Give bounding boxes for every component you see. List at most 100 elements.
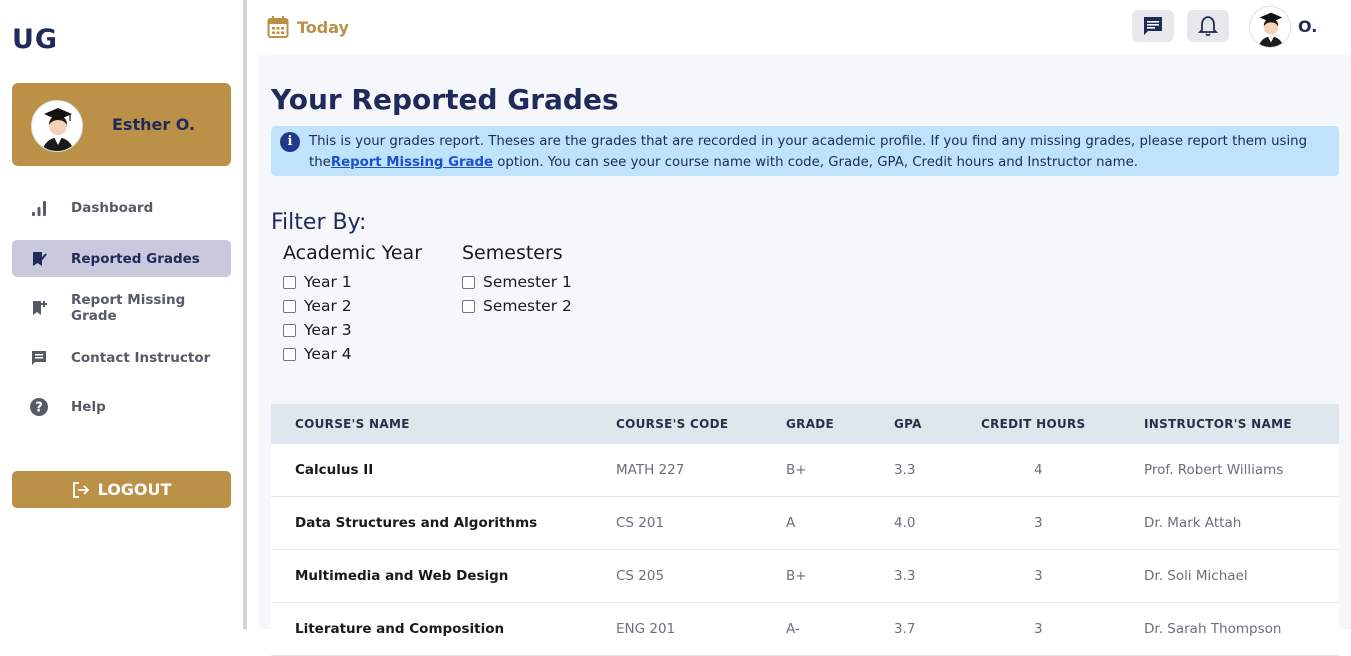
sidebar: UG Esther O. Dashboard Reported Grades R… (0, 0, 243, 629)
course-code-cell: CS 201 (616, 515, 665, 531)
checkbox[interactable] (462, 275, 475, 289)
topbar: Today O. (247, 0, 1351, 55)
filter-title: Filter By: (271, 210, 367, 235)
user-avatar[interactable] (1249, 6, 1291, 48)
instructor-name-cell: Dr. Sarah Thompson (1144, 621, 1282, 637)
grade-cell: B+ (786, 568, 807, 584)
checkbox[interactable] (283, 299, 296, 313)
credit-hours-cell: 4 (1034, 462, 1043, 478)
bookmark-check-icon (33, 252, 47, 266)
checkbox[interactable] (462, 299, 475, 313)
info-icon: i (280, 132, 300, 152)
grade-cell: B+ (786, 462, 807, 478)
course-name-cell: Literature and Composition (295, 621, 505, 637)
course-code-cell: CS 205 (616, 568, 665, 584)
sidebar-item-reported-grades[interactable]: Reported Grades (12, 240, 231, 277)
column-header-course-code[interactable]: COURSE'S CODE (616, 417, 728, 431)
year-3-checkbox[interactable]: Year 3 (283, 318, 422, 342)
table-row[interactable]: Multimedia and Web Design CS 205 B+ 3.3 … (271, 550, 1339, 603)
help-circle-icon: ? (30, 398, 48, 416)
graduate-avatar-icon (1250, 7, 1290, 47)
checkbox-label: Semester 1 (483, 273, 572, 291)
info-text-after: option. You can see your course name wit… (493, 155, 1139, 170)
table-header: COURSE'S NAME COURSE'S CODE GRADE GPA CR… (271, 404, 1339, 444)
instructor-name-cell: Prof. Robert Williams (1144, 462, 1284, 478)
column-header-grade[interactable]: GRADE (786, 417, 834, 431)
logout-button[interactable]: LOGOUT (12, 471, 231, 508)
semester-1-checkbox[interactable]: Semester 1 (462, 270, 572, 294)
gpa-cell: 3.3 (894, 568, 916, 584)
academic-year-title: Academic Year (283, 242, 423, 264)
grades-table: COURSE'S NAME COURSE'S CODE GRADE GPA CR… (271, 404, 1339, 656)
info-banner: i This is your grades report. Theses are… (271, 126, 1339, 176)
checkbox[interactable] (283, 275, 296, 289)
gpa-cell: 4.0 (894, 515, 916, 531)
table-row[interactable]: Calculus II MATH 227 B+ 3.3 4 Prof. Robe… (271, 444, 1339, 497)
checkbox-label: Semester 2 (483, 297, 572, 315)
course-name-cell: Data Structures and Algorithms (295, 515, 538, 531)
user-initial[interactable]: O. (1298, 17, 1317, 36)
today-button[interactable]: Today (267, 15, 349, 39)
calendar-icon (267, 16, 289, 38)
logout-label: LOGOUT (97, 480, 172, 499)
grade-cell: A (786, 515, 796, 531)
checkbox[interactable] (283, 347, 296, 361)
table-row[interactable]: Data Structures and Algorithms CS 201 A … (271, 497, 1339, 550)
semester-2-checkbox[interactable]: Semester 2 (462, 294, 572, 318)
chat-icon (32, 351, 46, 365)
sidebar-item-report-missing-grade[interactable]: Report Missing Grade (12, 289, 231, 326)
sidebar-item-label: Contact Instructor (71, 349, 211, 366)
sidebar-item-contact-instructor[interactable]: Contact Instructor (12, 339, 231, 376)
year-4-checkbox[interactable]: Year 4 (283, 342, 422, 366)
messages-button[interactable] (1132, 10, 1174, 42)
message-icon (1144, 17, 1162, 35)
gpa-cell: 3.3 (894, 462, 916, 478)
graduate-avatar-icon (32, 101, 82, 151)
credit-hours-cell: 3 (1034, 515, 1043, 531)
course-code-cell: ENG 201 (616, 621, 676, 637)
page-title: Your Reported Grades (271, 83, 619, 116)
checkbox-label: Year 2 (304, 297, 352, 315)
app-logo[interactable]: UG (12, 24, 58, 55)
year-1-checkbox[interactable]: Year 1 (283, 270, 422, 294)
instructor-name-cell: Dr. Mark Attah (1144, 515, 1242, 531)
sidebar-item-label: Help (71, 398, 106, 415)
course-code-cell: MATH 227 (616, 462, 685, 478)
main-content: Your Reported Grades i This is your grad… (259, 55, 1351, 656)
column-header-gpa[interactable]: GPA (894, 417, 922, 431)
credit-hours-cell: 3 (1034, 621, 1043, 637)
year-2-checkbox[interactable]: Year 2 (283, 294, 422, 318)
notifications-button[interactable] (1187, 10, 1229, 42)
svg-text:?: ? (35, 401, 43, 416)
column-header-credit-hours[interactable]: CREDIT HOURS (981, 417, 1086, 431)
checkbox-label: Year 4 (304, 345, 352, 363)
report-missing-grade-link[interactable]: Report Missing Grade (331, 155, 493, 170)
course-name-cell: Calculus II (295, 462, 374, 478)
credit-hours-cell: 3 (1034, 568, 1043, 584)
sidebar-divider (243, 0, 247, 629)
checkbox-label: Year 3 (304, 321, 352, 339)
table-row[interactable]: Literature and Composition ENG 201 A- 3.… (271, 603, 1339, 656)
course-name-cell: Multimedia and Web Design (295, 568, 509, 584)
gpa-cell: 3.7 (894, 621, 916, 637)
today-label: Today (297, 17, 349, 37)
grade-cell: A- (786, 621, 800, 637)
logout-icon (72, 481, 89, 498)
semesters-title: Semesters (462, 242, 563, 264)
checkbox-label: Year 1 (304, 273, 352, 291)
instructor-name-cell: Dr. Soli Michael (1144, 568, 1248, 584)
semester-filter: Semesters Semester 1 Semester 2 (462, 242, 572, 318)
column-header-instructor-name[interactable]: INSTRUCTOR'S NAME (1144, 417, 1292, 431)
bell-icon (1198, 16, 1218, 37)
profile-card[interactable]: Esther O. (12, 83, 231, 166)
sidebar-item-dashboard[interactable]: Dashboard (12, 189, 231, 226)
sidebar-item-label: Report Missing Grade (71, 291, 186, 324)
column-header-course-name[interactable]: COURSE'S NAME (295, 417, 410, 431)
sidebar-item-label: Reported Grades (71, 250, 200, 267)
profile-name: Esther O. (112, 115, 196, 134)
sidebar-item-help[interactable]: ? Help (12, 388, 231, 425)
academic-year-filter: Academic Year Year 1 Year 2 Year 3 Year … (283, 242, 422, 366)
bar-chart-icon (32, 201, 46, 216)
checkbox[interactable] (283, 323, 296, 337)
bookmark-add-icon (33, 301, 47, 315)
